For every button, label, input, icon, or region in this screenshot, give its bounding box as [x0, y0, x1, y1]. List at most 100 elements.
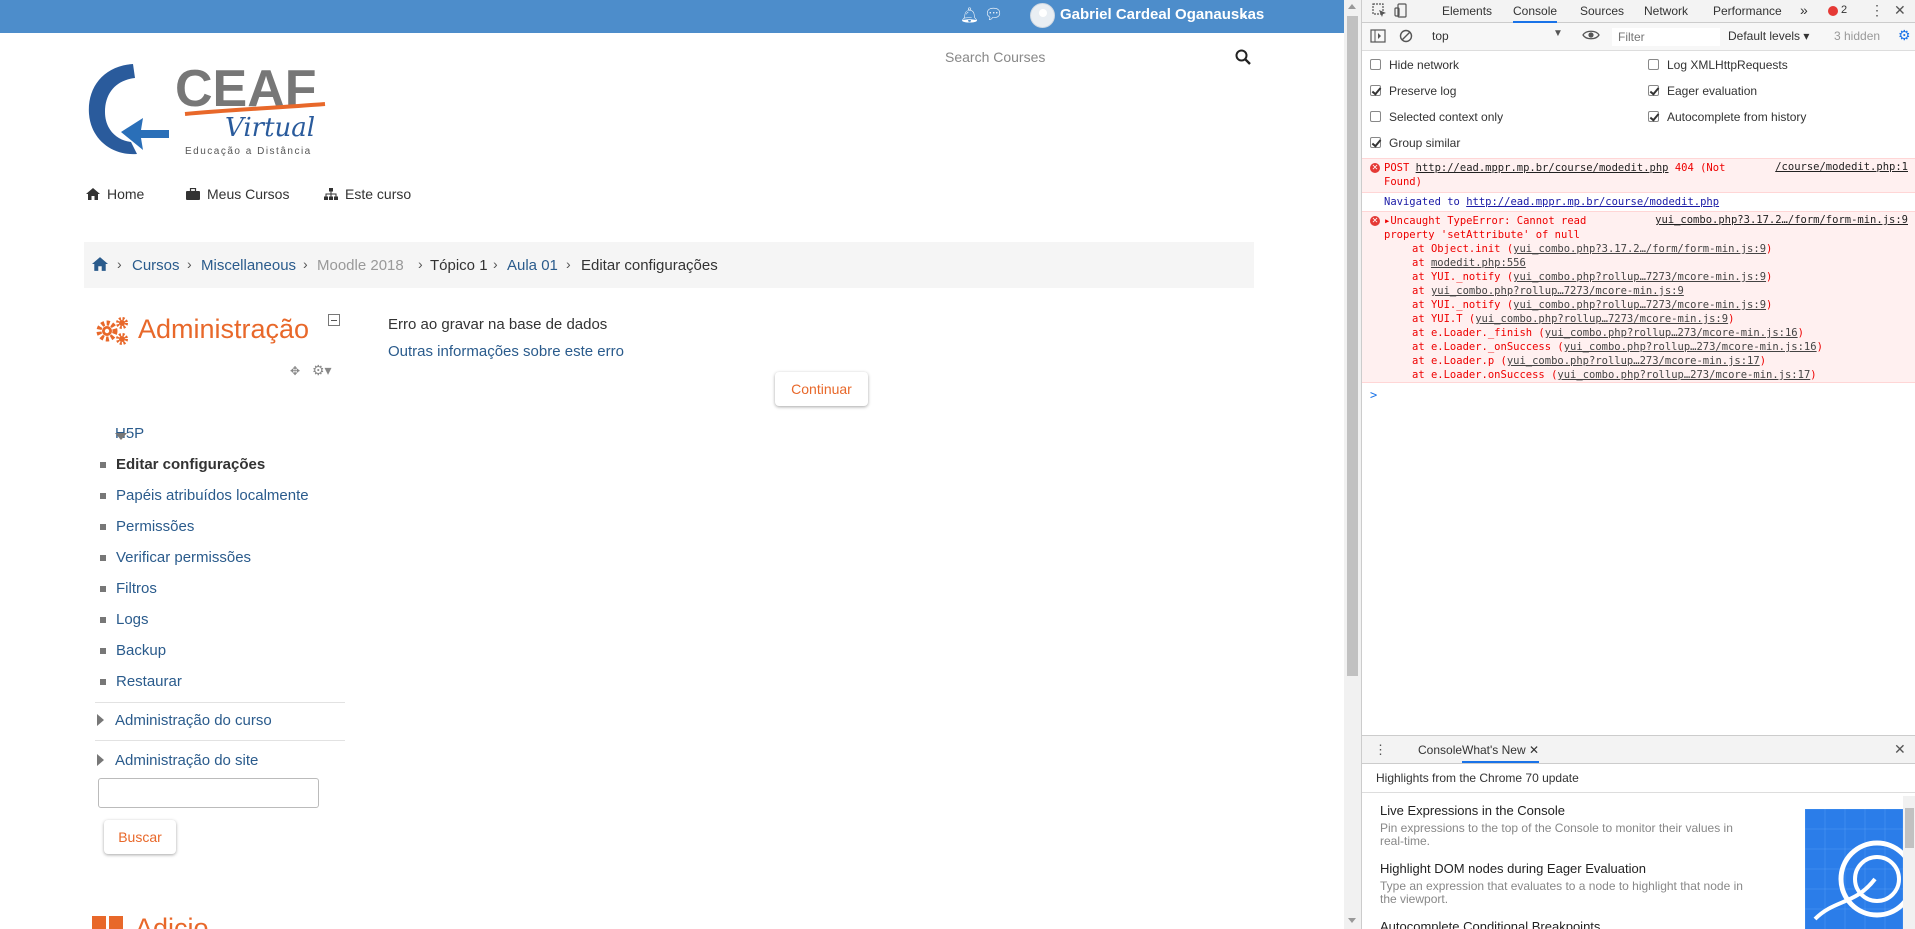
buscar-button[interactable]: Buscar — [104, 820, 176, 854]
tree-item-backup[interactable]: Backup — [99, 642, 166, 659]
whats-new-item-title[interactable]: Autocomplete Conditional Breakpoints — [1380, 919, 1600, 929]
drawer-tab-whats-new[interactable]: What's New ✕ — [1462, 743, 1540, 763]
kebab-menu-icon[interactable]: ⋮ — [1870, 2, 1884, 19]
more-tabs-button[interactable]: » — [1800, 2, 1808, 18]
error-source-link[interactable]: yui_combo.php?3.17.2…/form/form-min.js:9 — [1655, 214, 1908, 228]
continuar-button[interactable]: Continuar — [775, 372, 868, 406]
sidebar-toggle-icon[interactable] — [1370, 29, 1386, 43]
breadcrumb-aula-01[interactable]: Aula 01 — [507, 257, 558, 274]
checkbox-box[interactable] — [1370, 85, 1381, 96]
checkbox-box[interactable] — [1370, 111, 1381, 122]
checkbox-eager-evaluation[interactable]: Eager evaluation — [1648, 84, 1757, 98]
collapsed-triangle-icon[interactable] — [97, 714, 104, 726]
tree-section-administracao-curso[interactable]: Administração do curso — [115, 712, 272, 729]
checkbox-box[interactable] — [1370, 59, 1381, 70]
moodle-page: 🔔︎ 💬︎ Gabriel Cardeal Oganauskas ⌄ Searc… — [0, 0, 1344, 929]
context-selector[interactable]: top — [1432, 29, 1449, 43]
checkbox-box[interactable] — [1648, 111, 1659, 122]
checkbox-box[interactable] — [1648, 59, 1659, 70]
checkbox-box[interactable] — [1370, 137, 1381, 148]
checkbox-hide-network[interactable]: Hide network — [1370, 58, 1459, 72]
scrollbar-thumb[interactable] — [1905, 808, 1914, 848]
console-prompt[interactable]: > — [1370, 388, 1377, 402]
tree-item-restaurar[interactable]: Restaurar — [100, 673, 182, 690]
admin-search-input[interactable] — [98, 778, 319, 808]
stack-source-link[interactable]: yui_combo.php?rollup…273/mcore-min.js:17 — [1557, 369, 1810, 381]
tab-sources[interactable]: Sources — [1580, 4, 1624, 18]
drawer-tab-console[interactable]: Console — [1418, 743, 1462, 757]
nav-este-curso[interactable]: Este curso — [324, 186, 411, 202]
tab-network[interactable]: Network — [1644, 4, 1688, 18]
stack-source-link[interactable]: modedit.php:556 — [1431, 257, 1526, 269]
breadcrumb-miscellaneous[interactable]: Miscellaneous — [201, 257, 296, 274]
ceaf-virtual-logo[interactable]: CEAF Virtual Educação a Distância — [85, 58, 335, 160]
tree-item-logs[interactable]: Logs — [100, 611, 149, 628]
page-scrollbar[interactable] — [1344, 0, 1361, 929]
stack-source-link[interactable]: yui_combo.php?rollup…7273/mcore-min.js:9 — [1431, 285, 1684, 297]
eye-icon[interactable] — [1582, 28, 1600, 42]
whats-new-item-title[interactable]: Live Expressions in the Console — [1380, 803, 1565, 818]
drawer-scrollbar[interactable] — [1903, 796, 1915, 929]
stack-source-link[interactable]: yui_combo.php?rollup…273/mcore-min.js:16 — [1564, 341, 1817, 353]
inspect-element-icon[interactable] — [1372, 3, 1387, 18]
tree-item-papeis[interactable]: Papéis atribuídos localmente — [100, 487, 309, 504]
collapse-block-icon[interactable] — [328, 314, 340, 326]
error-count[interactable]: 2 — [1841, 4, 1847, 16]
user-menu-name[interactable]: Gabriel Cardeal Oganauskas — [1060, 6, 1264, 23]
device-toggle-icon[interactable] — [1394, 3, 1409, 18]
checkbox-autocomplete-history[interactable]: Autocomplete from history — [1648, 110, 1806, 124]
move-icon[interactable]: ✥ — [290, 364, 300, 378]
tree-section-h5p[interactable]: H5P — [95, 425, 144, 442]
search-courses-input[interactable]: Search Courses — [945, 49, 1045, 65]
chevron-down-icon[interactable]: ⌄ — [1239, 7, 1249, 21]
tree-item-editar-configuracoes[interactable]: Editar configurações — [99, 456, 265, 473]
nav-home[interactable]: Home — [86, 186, 144, 202]
close-icon[interactable]: ✕ — [1894, 2, 1906, 19]
avatar[interactable] — [1030, 3, 1055, 28]
stack-source-link[interactable]: yui_combo.php?rollup…273/mcore-min.js:17 — [1507, 355, 1760, 367]
console-filter-input[interactable] — [1612, 28, 1720, 46]
home-icon[interactable] — [92, 257, 108, 271]
tab-console[interactable]: Console — [1513, 4, 1558, 23]
checkbox-group-similar[interactable]: Group similar — [1370, 136, 1460, 150]
scroll-down-arrow-icon[interactable] — [1348, 918, 1356, 923]
dropdown-arrow-icon[interactable]: ▼ — [1553, 28, 1563, 39]
whats-new-item-title[interactable]: Highlight DOM nodes during Eager Evaluat… — [1380, 861, 1646, 876]
search-icon[interactable] — [1235, 49, 1251, 65]
breadcrumb-topico-1[interactable]: Tópico 1 — [430, 257, 488, 274]
bell-icon[interactable]: 🔔︎ — [960, 6, 979, 24]
gear-icon[interactable]: ⚙ — [1898, 27, 1914, 43]
tree-section-administracao-site[interactable]: Administração do site — [115, 752, 258, 769]
stack-source-link[interactable]: yui_combo.php?3.17.2…/form/form-min.js:9 — [1513, 243, 1766, 255]
stack-source-link[interactable]: yui_combo.php?rollup…7273/mcore-min.js:9 — [1513, 299, 1766, 311]
close-tab-icon[interactable]: ✕ — [1529, 743, 1539, 757]
checkbox-box[interactable] — [1648, 85, 1659, 96]
clear-console-icon[interactable] — [1399, 29, 1413, 43]
post-url-link[interactable]: http://ead.mppr.mp.br/course/modedit.php — [1416, 162, 1669, 174]
tree-item-filtros[interactable]: Filtros — [100, 580, 157, 597]
stack-source-link[interactable]: yui_combo.php?rollup…273/mcore-min.js:16 — [1545, 327, 1798, 339]
post-source-link[interactable]: /course/modedit.php:1 — [1775, 161, 1908, 175]
stack-source-link[interactable]: yui_combo.php?rollup…7273/mcore-min.js:9 — [1513, 271, 1766, 283]
chat-icon[interactable]: 💬︎ — [984, 5, 1003, 23]
breadcrumb-cursos[interactable]: Cursos — [132, 257, 180, 274]
collapsed-triangle-icon[interactable] — [97, 754, 104, 766]
tree-item-permissoes[interactable]: Permissões — [99, 518, 194, 535]
gear-menu-icon[interactable]: ⚙▾ — [312, 362, 332, 379]
navigated-url-link[interactable]: http://ead.mppr.mp.br/course/modedit.php — [1466, 196, 1719, 208]
close-drawer-icon[interactable]: ✕ — [1894, 741, 1906, 758]
tab-elements[interactable]: Elements — [1442, 4, 1492, 18]
error-details-link[interactable]: Outras informações sobre este erro — [388, 343, 624, 360]
scroll-up-arrow-icon[interactable] — [1348, 4, 1356, 9]
checkbox-preserve-log[interactable]: Preserve log — [1370, 84, 1456, 98]
stack-source-link[interactable]: yui_combo.php?rollup…7273/mcore-min.js:9 — [1475, 313, 1728, 325]
checkbox-selected-context[interactable]: Selected context only — [1370, 110, 1503, 124]
tab-performance[interactable]: Performance — [1713, 4, 1782, 18]
nav-meus-cursos[interactable]: Meus Cursos — [186, 186, 289, 202]
tree-item-verificar-permissoes[interactable]: Verificar permissões — [99, 549, 251, 566]
scrollbar-thumb[interactable] — [1347, 16, 1358, 676]
checkbox-log-xhr[interactable]: Log XMLHttpRequests — [1648, 58, 1788, 72]
breadcrumb-moodle-2018[interactable]: Moodle 2018 — [317, 257, 404, 274]
kebab-menu-icon[interactable]: ⋮ — [1374, 742, 1387, 758]
log-levels-dropdown[interactable]: Default levels ▾ — [1728, 29, 1809, 43]
